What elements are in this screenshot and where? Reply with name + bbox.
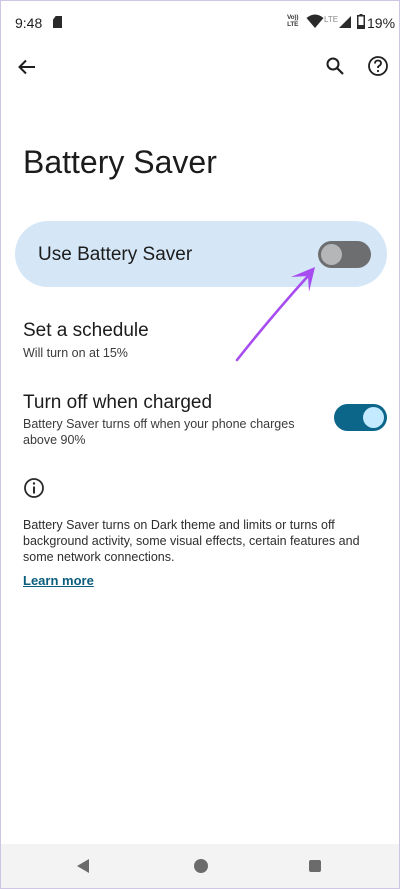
arrow-back-icon: [18, 59, 35, 75]
wifi-icon: [306, 14, 324, 28]
nav-recents-icon[interactable]: [309, 860, 321, 872]
battery-icon: [357, 14, 365, 29]
set-schedule-summary: Will turn on at 15%: [23, 346, 128, 360]
annotation-arrow-icon: [235, 267, 315, 362]
turn-off-when-charged-title: Turn off when charged: [23, 392, 213, 413]
page-title: Battery Saver: [23, 144, 217, 180]
help-circle-icon: [368, 56, 388, 76]
use-battery-saver-switch-bar[interactable]: Use Battery Saver: [15, 221, 387, 287]
battery-saver-info-text: Battery Saver turns on Dark theme and li…: [23, 518, 360, 564]
info-icon: [24, 478, 44, 498]
battery-percentage: 19%: [367, 15, 396, 31]
system-navigation-bar: [1, 844, 399, 888]
volte-indicator: Vo)) LTE: [287, 14, 299, 28]
turn-off-when-charged-summary: Battery Saver turns off when your phone …: [23, 417, 295, 447]
signal-strength-icon: [339, 16, 351, 28]
volte-line1: Vo)): [287, 14, 299, 21]
volte-line2: LTE: [287, 21, 299, 28]
toggle-knob: [363, 407, 384, 428]
back-button[interactable]: [13, 53, 41, 81]
turn-off-when-charged-toggle[interactable]: [334, 404, 387, 431]
sim-card-icon: [53, 16, 62, 28]
nav-home-icon[interactable]: [194, 859, 208, 873]
use-battery-saver-label: Use Battery Saver: [38, 244, 193, 265]
search-icon: [326, 57, 344, 75]
learn-more-link[interactable]: Learn more: [23, 573, 94, 588]
help-button[interactable]: [364, 52, 392, 80]
set-schedule-title: Set a schedule: [23, 320, 149, 341]
nav-back-icon[interactable]: [77, 859, 89, 873]
search-button[interactable]: [321, 52, 349, 80]
phone-screen: 9:48 Vo)) LTE LTE 19% Battery Saver Use …: [0, 0, 400, 889]
status-time: 9:48: [15, 15, 43, 31]
network-type-label: LTE: [324, 15, 339, 24]
status-bar: 9:48 Vo)) LTE LTE 19%: [1, 1, 399, 45]
